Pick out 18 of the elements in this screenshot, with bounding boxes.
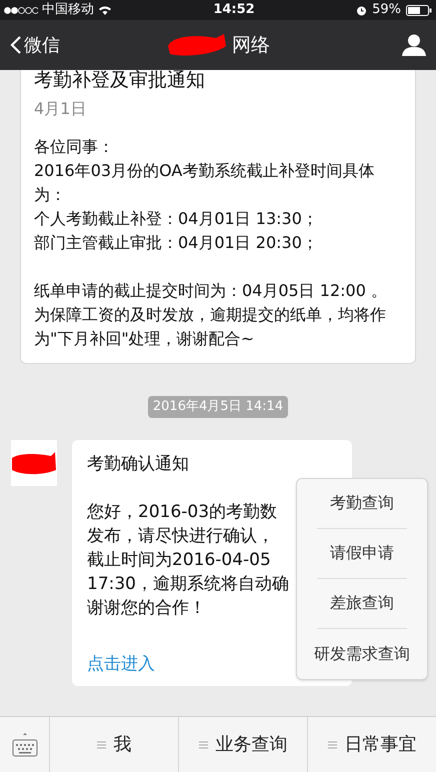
- chat-title: 网络: [232, 32, 270, 58]
- carrier-name: 中国移动: [42, 1, 94, 20]
- notice-line: 17:30，逾期系统将自动确: [87, 572, 289, 596]
- timestamp-label: 2016年4月5日 14:14: [148, 396, 288, 418]
- article-line: 各位同事：: [34, 136, 115, 158]
- notice-line: 您好，2016-03的考勤数: [87, 500, 278, 524]
- notice-line: 发布，请尽快进行确认，: [87, 524, 274, 548]
- notice-line: 截止时间为2016-04-05: [87, 548, 271, 572]
- article-line: 部门主管截止审批：04月01日 20:30；: [34, 232, 319, 254]
- notice-title: 考勤确认通知: [87, 452, 190, 476]
- article-title: 考勤补登及审批通知: [34, 70, 206, 93]
- article-date: 4月1日: [34, 98, 88, 120]
- clock-time: 14:52: [213, 1, 255, 20]
- article-line: 2016年03月份的OA考勤系统截止补登时间具体为：: [34, 160, 376, 206]
- article-line: 个人考勤截止补登：04月01日 13:30；: [34, 208, 319, 230]
- article-paragraph: 纸单申请的截止提交时间为：04月05日 12:00 。为保障工资的及时发放，逾期提交的纸单，均将作为"下月补回"处理，谢谢配合~: [34, 280, 388, 350]
- notice-line: 谢谢您的合作！: [87, 596, 206, 620]
- battery-percent: 59%: [372, 1, 401, 20]
